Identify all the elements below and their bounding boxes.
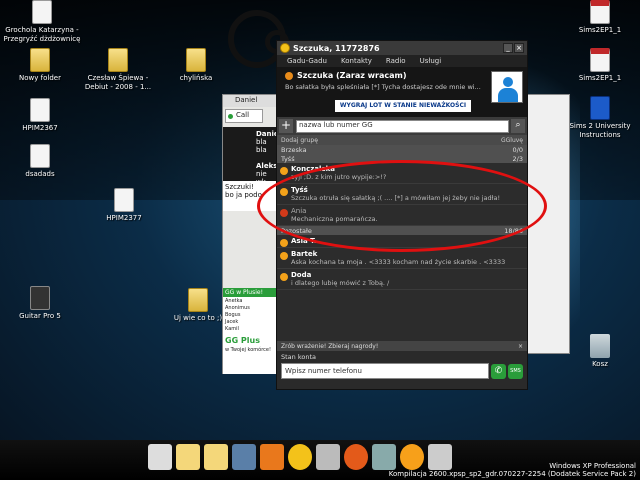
gg-titlebar[interactable]: Szczuka, 11772876 _ × — [277, 41, 527, 55]
image-icon — [114, 188, 134, 212]
call-icon — [228, 114, 233, 119]
chat-window-title: Daniel — [223, 95, 281, 107]
status-icon — [280, 167, 288, 175]
dock-firefox-icon[interactable] — [344, 444, 368, 470]
menu-gadu-gadu[interactable]: Gadu-Gadu — [287, 57, 327, 65]
document-icon — [32, 0, 52, 24]
contact-doda[interactable]: Doda i dlatego lubię mówić z Tobą. / — [277, 269, 527, 290]
desktop-icon-sims2ep1-b[interactable]: Sims2EP1_1 — [560, 48, 640, 83]
search-icon[interactable]: ⌕ — [511, 119, 525, 133]
profile-panel: Szczuka (Zaraz wracam) Bo sałatka była s… — [277, 67, 527, 117]
desktop-icon-sims2-instructions[interactable]: Sims 2 University Instructions — [560, 96, 640, 140]
account-balance: Stan konta — [281, 353, 317, 361]
guitar-pro-icon — [30, 286, 50, 310]
away-status-icon — [285, 71, 293, 80]
desktop-icon-hpim2377[interactable]: HPIM2377 — [84, 188, 164, 223]
view-toggle[interactable]: GGluvę — [501, 137, 523, 144]
chat-contacts-pane: Daniel bla bla Aleks nie wk — [223, 127, 281, 186]
folder-icon — [188, 288, 208, 312]
dock-media-player-icon[interactable] — [260, 444, 284, 470]
search-row: + nazwa lub numer GG ⌕ — [277, 117, 527, 135]
dock-folder-icon[interactable] — [176, 444, 200, 470]
folder-icon — [186, 48, 206, 72]
bottom-bar: Zrób wrażenie! Zbieraj nagrody! × Stan k… — [277, 341, 527, 389]
status-description[interactable]: Bo sałatka była spleśniała [*] Tycha dos… — [285, 83, 519, 91]
document-icon — [590, 96, 610, 120]
search-input[interactable]: nazwa lub numer GG — [296, 119, 509, 133]
add-group-row: Dodaj grupę GGluvę — [277, 135, 527, 145]
call-phone-button[interactable]: ✆ — [491, 363, 506, 379]
gg-sun-icon — [280, 43, 290, 53]
background-chat-window[interactable]: Daniel Call Daniel bla bla Aleks nie wk … — [222, 94, 282, 374]
document-icon — [30, 144, 50, 168]
promo-bar[interactable]: Zrób wrażenie! Zbieraj nagrody! × — [277, 341, 527, 351]
status-icon — [280, 252, 288, 260]
call-button[interactable]: Call — [225, 109, 263, 123]
desktop-icon-chylinska[interactable]: chylińska — [156, 48, 236, 83]
desktop-icon-grochola[interactable]: Grochola Katarzyna - Przegryźć dżdżownic… — [2, 0, 82, 44]
gg-menubar: Gadu-Gadu Kontakty Radio Usługi — [277, 55, 527, 67]
promo-list: Anetka Anonimus Bogus Jacek Kamil — [225, 298, 250, 332]
desktop-icon-sims2ep1-a[interactable]: Sims2EP1_1 — [560, 0, 640, 35]
sms-button[interactable]: SMS — [508, 363, 523, 379]
menu-radio[interactable]: Radio — [386, 57, 406, 65]
windows-version: Windows XP Professional Kompilacja 2600.… — [388, 462, 636, 478]
minimize-button[interactable]: _ — [503, 43, 513, 53]
image-icon — [30, 98, 50, 122]
status-icon — [280, 273, 288, 281]
red-annotation-circle — [257, 160, 547, 252]
dock-folder-icon[interactable] — [204, 444, 228, 470]
desktop-icon-dsadads[interactable]: dsadads — [0, 144, 80, 179]
avatar[interactable] — [491, 71, 523, 103]
phone-input[interactable]: Wpisz numer telefonu — [281, 363, 489, 379]
dock-explorer-icon[interactable] — [232, 444, 256, 470]
group-header-brzeska[interactable]: Brzeska 0/0 — [277, 145, 527, 154]
menu-kontakty[interactable]: Kontakty — [341, 57, 372, 65]
phone-row: Wpisz numer telefonu ✆ SMS — [277, 363, 527, 379]
status-title[interactable]: Szczuka (Zaraz wracam) — [285, 71, 519, 80]
desktop-icon-kosz[interactable]: Kosz — [560, 334, 640, 369]
avatar-body-icon — [498, 88, 518, 102]
dock-gg-icon[interactable] — [288, 444, 312, 470]
gg-promo-panel: GG w Plusie! Anetka Anonimus Bogus Jacek… — [223, 288, 281, 374]
desktop-icon-guitar-pro[interactable]: Guitar Pro 5 — [0, 286, 80, 321]
add-group-link[interactable]: Dodaj grupę — [281, 137, 318, 144]
desktop-icon-czeslaw[interactable]: Czesław Śpiewa - Debiut - 2008 - 1... — [78, 48, 158, 92]
ad-banner[interactable]: WYGRAJ LOT W STANIE NIEWAŻKOŚCI — [335, 100, 471, 112]
promo-close-icon[interactable]: × — [518, 343, 523, 350]
pdf-icon — [590, 48, 610, 72]
dock-calendar-icon[interactable] — [148, 444, 172, 470]
folder-icon — [108, 48, 128, 72]
menu-uslugi[interactable]: Usługi — [420, 57, 442, 65]
recycle-bin-icon — [590, 334, 610, 358]
desktop-icon-nowy-folder[interactable]: Nowy folder — [0, 48, 80, 83]
dock-drive-icon[interactable] — [316, 444, 340, 470]
pdf-icon — [590, 0, 610, 24]
add-contact-button[interactable]: + — [279, 119, 293, 133]
folder-icon — [30, 48, 50, 72]
window-controls: _ × — [503, 43, 524, 53]
status-icon — [280, 239, 288, 247]
close-button[interactable]: × — [514, 43, 524, 53]
desktop-icon-hpim2367[interactable]: HPIM2367 — [0, 98, 80, 133]
avatar-head-icon — [503, 77, 513, 87]
